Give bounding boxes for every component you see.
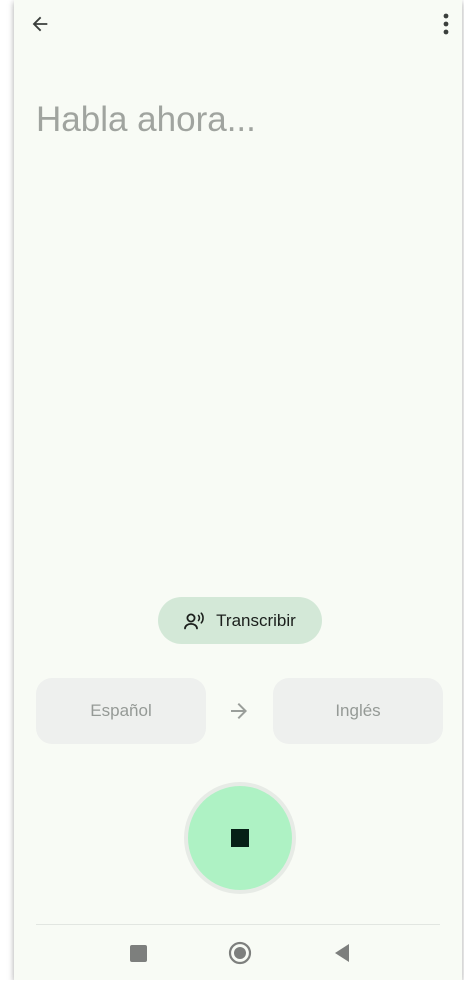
speak-now-prompt: Habla ahora... — [36, 100, 256, 139]
stop-icon — [231, 829, 249, 847]
recents-icon — [129, 944, 147, 962]
more-options-button[interactable] — [432, 8, 460, 40]
back-triangle-icon — [335, 944, 349, 962]
back-button[interactable] — [24, 8, 56, 40]
device-frame-left — [0, 0, 14, 1000]
app-screen: Habla ahora... Transcribir Español Inglé… — [14, 0, 462, 980]
transcribe-label: Transcribir — [216, 610, 296, 630]
arrow-left-icon — [32, 16, 48, 32]
more-vert-icon — [443, 13, 449, 35]
stop-recording-button[interactable] — [188, 786, 292, 890]
arrow-right-icon — [231, 703, 247, 719]
source-language-button[interactable]: Español — [36, 678, 206, 744]
mic-button-ring — [184, 782, 296, 894]
target-language-button[interactable]: Inglés — [273, 678, 443, 744]
system-nav-bar — [14, 925, 462, 980]
system-back-button[interactable] — [326, 937, 358, 969]
home-icon — [228, 941, 252, 965]
home-button[interactable] — [224, 937, 256, 969]
voice-person-icon — [184, 611, 204, 629]
recents-button[interactable] — [122, 937, 154, 969]
transcribe-button[interactable]: Transcribir — [158, 597, 322, 644]
device-frame-bottom — [0, 980, 464, 1000]
